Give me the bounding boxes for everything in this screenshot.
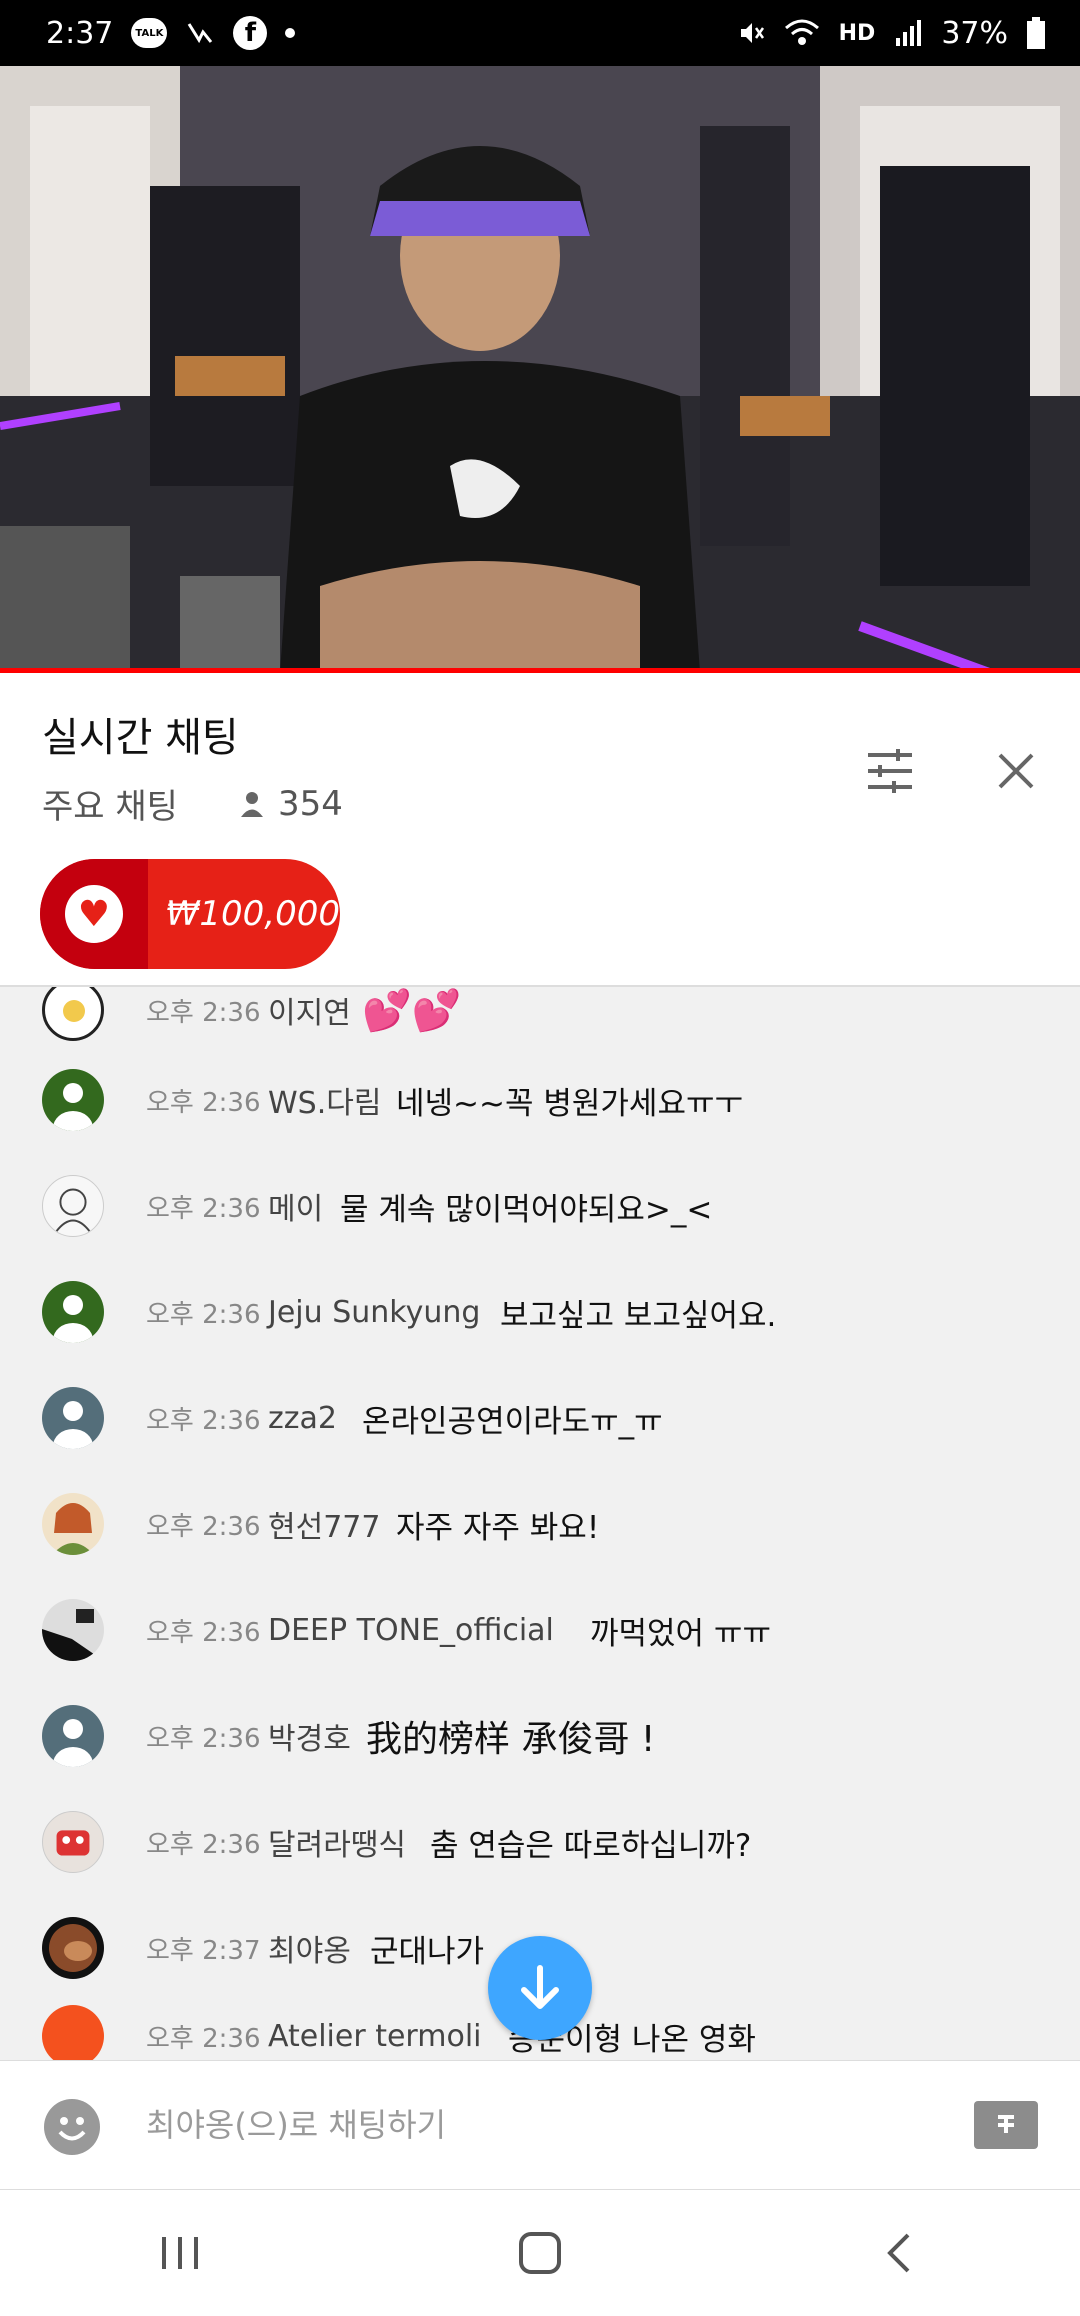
- avatar: [42, 1917, 104, 1979]
- chat-message: 오후 2:36 메이 물 계속 많이먹어야되요>_<: [0, 1153, 1080, 1259]
- superchat-ticker[interactable]: ♥ ₩100,000: [40, 859, 340, 969]
- emoji-icon[interactable]: [44, 2099, 100, 2155]
- back-icon[interactable]: [840, 2208, 960, 2298]
- message-text: 我的榜样 承俊哥 !: [366, 1719, 656, 1760]
- chat-message-list[interactable]: 오후 2:36 이지연 💕💕 오후 2:36 WS.다림 네넹~~꼭 병원가세요…: [0, 987, 1080, 2060]
- message-author: 최야옹: [268, 1934, 351, 1969]
- message-time: 오후 2:36: [146, 1299, 261, 1330]
- message-author: 달려라땡식: [268, 1828, 406, 1863]
- hd-voice-icon: HD: [838, 20, 876, 46]
- tune-icon[interactable]: [858, 739, 922, 803]
- message-text: 💕💕: [362, 987, 462, 1034]
- message-time: 오후 2:36: [146, 1405, 261, 1436]
- avatar: [42, 987, 104, 1041]
- avatar: [42, 1281, 104, 1343]
- mute-icon: [735, 18, 765, 48]
- chat-message: 오후 2:36 달려라땡식 춤 연습은 따로하십니까?: [0, 1789, 1080, 1895]
- arrow-down-icon[interactable]: [488, 1936, 592, 2040]
- message-text: 춤 연습은 따로하십니까?: [430, 1827, 752, 1864]
- message-author: DEEP TONE_official: [268, 1612, 554, 1648]
- chat-title: 실시간 채팅: [42, 715, 239, 761]
- message-time: 오후 2:36: [146, 997, 261, 1028]
- wifi-icon: [783, 18, 821, 48]
- message-author: 현선777: [268, 1510, 381, 1545]
- viewer-count-value: 354: [277, 783, 343, 824]
- message-time: 오후 2:36: [146, 2023, 261, 2054]
- chat-message: 오후 2:36 현선777 자주 자주 봐요!: [0, 1471, 1080, 1577]
- message-text: 네넹~~꼭 병원가세요ㅠㅜ: [396, 1085, 744, 1122]
- message-author: Jeju Sunkyung: [268, 1294, 481, 1330]
- avatar: [42, 1387, 104, 1449]
- superchat-icon[interactable]: [974, 2101, 1038, 2149]
- close-icon[interactable]: [984, 739, 1048, 803]
- avatar: [42, 1599, 104, 1661]
- chat-message: 오후 2:36 WS.다림 네넹~~꼭 병원가세요ㅠㅜ: [0, 1047, 1080, 1153]
- message-author: Atelier termoli: [268, 2018, 482, 2054]
- superchat-heart-icon: ♥: [64, 885, 123, 943]
- chat-header: 실시간 채팅 주요 채팅 354 ♥ ₩100,000: [0, 673, 1080, 987]
- chat-mode-label[interactable]: 주요 채팅: [42, 779, 178, 828]
- message-time: 오후 2:36: [146, 1193, 261, 1224]
- message-author: 박경호: [268, 1722, 351, 1757]
- avatar: [42, 1175, 104, 1237]
- avatar: [42, 1493, 104, 1555]
- battery-percent: 37%: [941, 15, 1008, 51]
- message-time: 오후 2:36: [146, 1617, 261, 1648]
- message-text: 자주 자주 봐요!: [396, 1509, 600, 1546]
- status-bar: 2:37 TALK f HD 37%: [0, 0, 1080, 66]
- message-time: 오후 2:37: [146, 1935, 261, 1966]
- message-time: 오후 2:36: [146, 1829, 261, 1860]
- message-text: 온라인공연이라도ㅠ_ㅠ: [362, 1403, 663, 1440]
- message-time: 오후 2:36: [146, 1723, 261, 1754]
- status-time: 2:37: [46, 15, 114, 51]
- message-text: 군대나가: [370, 1933, 485, 1970]
- chat-message: 오후 2:36 DEEP TONE_official 까먹었어 ㅠㅠ: [0, 1577, 1080, 1683]
- message-text: 물 계속 많이먹어야되요>_<: [340, 1191, 713, 1228]
- missed-call-icon: [185, 18, 215, 48]
- recent-apps-icon[interactable]: [120, 2208, 240, 2298]
- chat-mode-row[interactable]: 주요 채팅 354: [42, 779, 343, 828]
- person-icon: [240, 791, 263, 817]
- video-player[interactable]: [0, 66, 1080, 672]
- notification-dot-icon: [285, 28, 296, 38]
- message-author: 이지연: [268, 996, 351, 1031]
- message-text: 보고싶고 보고싶어요.: [500, 1297, 777, 1334]
- message-author: 메이: [268, 1192, 324, 1227]
- avatar: [42, 2005, 104, 2060]
- chat-message: 오후 2:36 Jeju Sunkyung 보고싶고 보고싶어요.: [0, 1259, 1080, 1365]
- superchat-amount: ₩100,000: [165, 894, 340, 934]
- signal-icon: [893, 18, 923, 48]
- message-author: WS.다림: [268, 1086, 382, 1121]
- superchat-avatar-wrap: ♥: [40, 859, 148, 969]
- chat-input-bar: [0, 2060, 1080, 2190]
- system-nav-bar: [0, 2190, 1080, 2316]
- chat-message: 오후 2:36 박경호 我的榜样 承俊哥 !: [0, 1683, 1080, 1789]
- avatar: [42, 1811, 104, 1873]
- video-frame: [0, 66, 1080, 672]
- message-author: zza2: [268, 1400, 337, 1436]
- facebook-icon: f: [233, 16, 268, 50]
- message-time: 오후 2:36: [146, 1511, 261, 1542]
- home-icon[interactable]: [480, 2208, 600, 2298]
- chat-input[interactable]: [146, 2095, 926, 2155]
- viewer-count: 354: [238, 784, 343, 824]
- message-time: 오후 2:36: [146, 1087, 261, 1118]
- kakaotalk-icon: TALK: [131, 18, 168, 48]
- message-text: 까먹었어 ㅠㅠ: [590, 1615, 771, 1652]
- battery-icon: [1026, 17, 1046, 49]
- chat-message: 오후 2:36 zza2 온라인공연이라도ㅠ_ㅠ: [0, 1365, 1080, 1471]
- avatar: [42, 1069, 104, 1131]
- avatar: [42, 1705, 104, 1767]
